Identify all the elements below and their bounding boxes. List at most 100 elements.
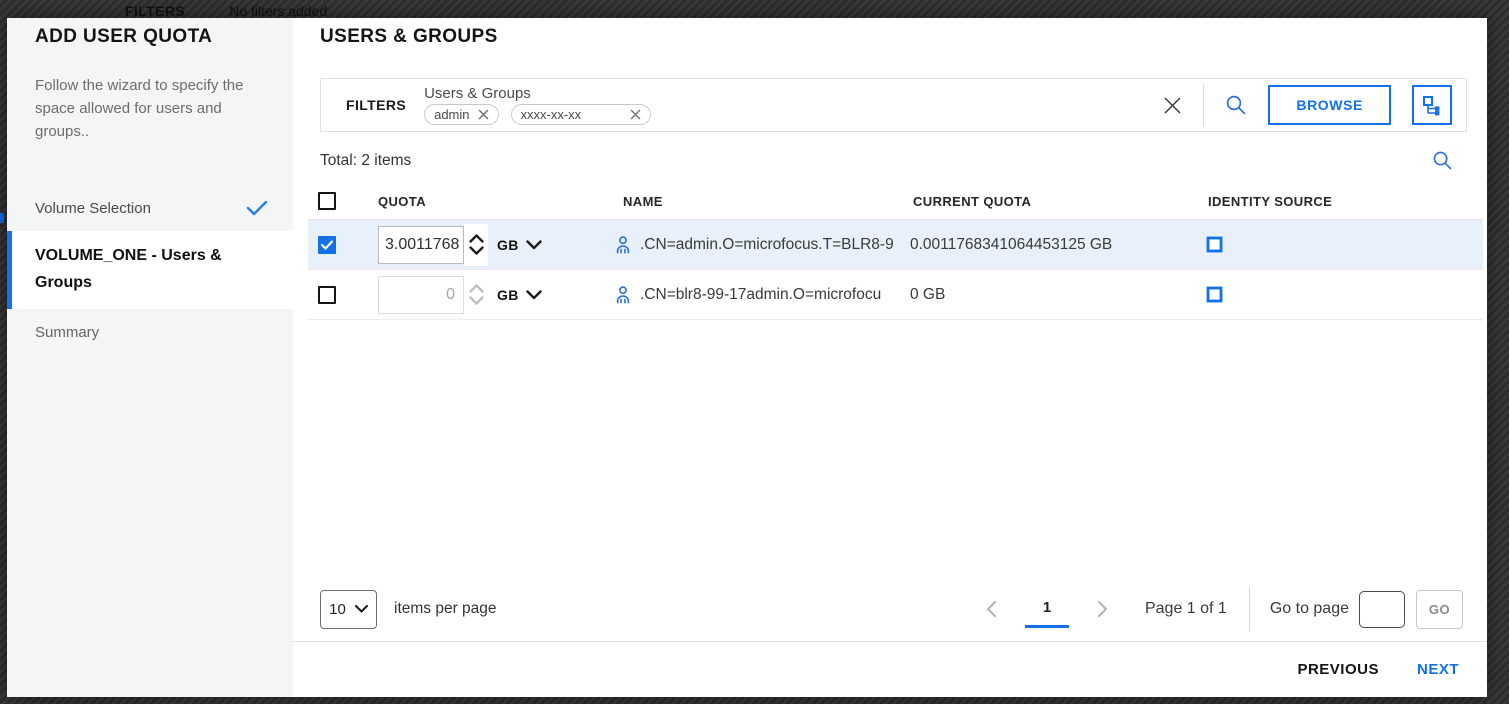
total-items-text: Total: 2 items [320,152,411,170]
items-per-page-select[interactable]: 10 [320,590,377,629]
chevron-up-icon[interactable] [469,284,484,293]
unit-label: GB [497,287,519,303]
tree-icon [1422,95,1443,116]
users-groups-table: QUOTA NAME CURRENT QUOTA IDENTITY SOURCE [308,183,1483,320]
step-label: Volume Selection [35,200,151,217]
select-all-checkbox[interactable] [318,192,336,210]
dialog-description: Follow the wizard to specify the space a… [7,74,293,143]
next-button[interactable]: NEXT [1417,661,1459,678]
table-header-row: QUOTA NAME CURRENT QUOTA IDENTITY SOURCE [308,183,1483,220]
check-icon [321,240,333,250]
current-quota-cell: 0.0011768341064453125 GB [903,236,1198,254]
chevron-right-icon [1097,600,1109,618]
unit-label: GB [497,237,519,253]
header-select-all-cell [308,192,368,210]
filters-label: FILTERS [346,97,406,113]
filter-bar-actions: BROWSE [1163,84,1466,126]
column-header-identity-source: IDENTITY SOURCE [1198,194,1483,209]
goto-page-label: Go to page [1270,600,1349,618]
divider [1249,587,1250,631]
column-header-current-quota: CURRENT QUOTA [903,194,1198,209]
column-header-quota: QUOTA [368,194,613,209]
table-row: GB .CN=admin.O=microfocus.T=BLR8-9 0.001… [308,220,1483,270]
chevron-down-icon [526,240,542,250]
filter-chip-date[interactable]: xxxx-xx-xx [511,104,651,125]
divider [1203,84,1204,126]
clear-filters-button[interactable] [1163,96,1182,115]
filter-search-button[interactable] [1225,94,1247,116]
identity-source-icon [1205,235,1225,255]
wizard-steps: Volume Selection VOLUME_ONE - Users & Gr… [7,185,293,355]
quota-input[interactable] [378,226,464,264]
filter-chips: admin xxxx-xx-xx [424,104,650,125]
check-icon [246,200,268,216]
quota-stepper[interactable] [464,224,488,266]
next-page-button[interactable] [1093,596,1113,622]
go-button[interactable]: GO [1416,590,1463,629]
step-label: Summary [35,324,99,341]
goto-page-input[interactable] [1359,591,1405,628]
table-search-button[interactable] [1432,150,1453,171]
users-groups-panel: USERS & GROUPS FILTERS Users & Groups ad… [293,18,1487,697]
quota-stepper[interactable] [464,274,488,316]
chevron-down-icon [526,290,542,300]
identity-source-cell [1198,285,1483,305]
page-info-text: Page 1 of 1 [1145,600,1227,618]
chevron-down-icon[interactable] [469,296,484,305]
items-per-page-label: items per page [394,600,497,618]
step-summary[interactable]: Summary [7,309,293,355]
pagination-bar: 10 items per page 1 Page 1 of 1 Go to pa… [320,587,1463,631]
previous-page-button[interactable] [981,596,1001,622]
quota-cell: GB [368,274,613,316]
step-volume-one-users-groups[interactable]: VOLUME_ONE - Users & Groups [7,231,293,309]
user-icon [613,235,633,255]
search-icon [1225,94,1247,116]
filter-bar: FILTERS Users & Groups admin xxxx-xx-xx [320,78,1467,132]
identity-source-cell [1198,235,1483,255]
close-icon [1163,96,1182,115]
chevron-down-icon[interactable] [469,246,484,255]
wizard-sidebar: ADD USER QUOTA Follow the wizard to spec… [7,18,293,697]
modal-backdrop: FILTERSNo filters added ADD USER QUOTA F… [0,0,1509,704]
search-icon [1432,150,1453,171]
chip-label: admin [434,107,469,122]
filter-chip-admin[interactable]: admin [424,104,498,125]
user-icon [613,285,633,305]
chip-remove-icon[interactable] [630,109,641,120]
previous-button[interactable]: PREVIOUS [1297,661,1379,678]
browse-button[interactable]: BROWSE [1268,85,1391,125]
current-quota-cell: 0 GB [903,286,1198,304]
add-user-quota-dialog: ADD USER QUOTA Follow the wizard to spec… [7,18,1487,697]
filter-group-label: Users & Groups [424,85,650,102]
chevron-left-icon [985,600,997,618]
table-empty-area [293,320,1487,587]
step-label: VOLUME_ONE - Users & Groups [35,242,268,296]
unit-dropdown[interactable]: GB [497,237,542,253]
user-dn-text: .CN=admin.O=microfocus.T=BLR8-9 [640,236,894,254]
backdrop-accent-sliver [0,213,4,223]
browse-tree-button[interactable] [1412,85,1452,125]
name-cell: .CN=blr8-99-17admin.O=microfocu [613,285,903,305]
column-header-name: NAME [613,194,903,209]
step-volume-selection[interactable]: Volume Selection [7,185,293,231]
dialog-title: ADD USER QUOTA [7,24,293,50]
row-select-cell [308,236,368,254]
total-row: Total: 2 items [320,150,1467,171]
background-page-filter-summary: FILTERSNo filters added [125,0,327,18]
row-select-cell [308,286,368,304]
background-filters-label: FILTERS [125,3,185,18]
unit-dropdown[interactable]: GB [497,287,542,303]
quota-input[interactable] [378,276,464,314]
wizard-footer: PREVIOUS NEXT [293,641,1487,697]
chip-remove-icon[interactable] [478,109,489,120]
filter-group-users-groups: Users & Groups admin xxxx-xx-xx [424,85,650,125]
current-page-number[interactable]: 1 [1025,599,1069,628]
row-checkbox[interactable] [318,286,336,304]
chevron-up-icon[interactable] [469,234,484,243]
row-checkbox[interactable] [318,236,336,254]
chevron-down-icon [355,605,368,613]
pager: 1 Page 1 of 1 Go to page GO [981,587,1463,631]
name-cell: .CN=admin.O=microfocus.T=BLR8-9 [613,235,903,255]
table-row: GB .CN=blr8-99-17admin.O=microfocu 0 GB [308,270,1483,320]
chip-label: xxxx-xx-xx [521,107,582,122]
